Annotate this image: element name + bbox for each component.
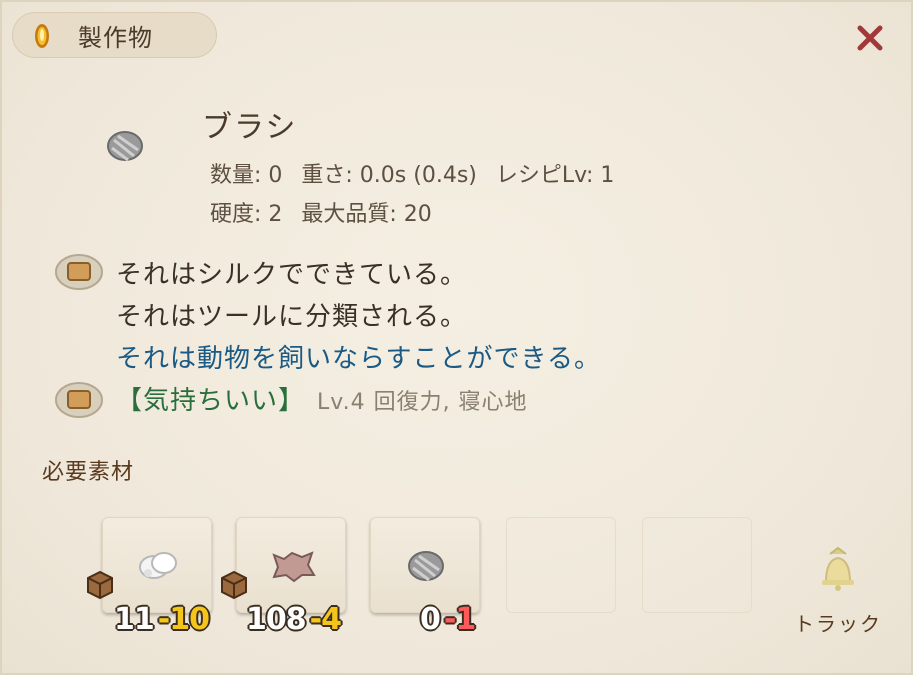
material-need: -4: [309, 602, 342, 637]
brush-icon: [408, 551, 444, 582]
material-count-silk: 11 -10: [114, 602, 210, 637]
item-stats-row-2: 硬度: 2 最大品質: 20: [210, 196, 444, 228]
silk-icon: [139, 552, 177, 579]
stat-quantity: 数量: 0: [210, 163, 283, 188]
stat-hardness: 硬度: 2: [210, 202, 283, 227]
storage-box-icon: [87, 570, 113, 600]
close-icon[interactable]: [852, 20, 888, 56]
hide-icon: [272, 551, 316, 583]
item-name: ブラシ: [202, 110, 298, 145]
crafting-flame-icon: [35, 24, 49, 48]
brush-icon: [107, 131, 143, 162]
stat-weight: 重さ: 0.0s (0.4s): [301, 163, 477, 188]
material-slot-empty: [642, 517, 752, 613]
description-line-ability: それは動物を飼いならすことができる。: [116, 344, 601, 374]
material-have: 0: [420, 602, 441, 637]
window-title: 製作物: [78, 24, 153, 52]
material-count-brush: 0 -1: [420, 602, 476, 637]
material-slot-hide[interactable]: [236, 517, 346, 613]
description-line: それはシルクでできている。: [116, 260, 468, 290]
item-stats-row-1: 数量: 0 重さ: 0.0s (0.4s) レシピLv: 1: [210, 157, 626, 189]
trait-detail: Lv.4 回復力, 寝心地: [317, 390, 528, 415]
material-slot-brush[interactable]: [370, 517, 480, 613]
trait-badge-icon: [55, 382, 103, 418]
material-have: 11: [114, 602, 155, 637]
stat-max-quality: 最大品質: 20: [301, 202, 432, 227]
material-count-hide: 108 -4: [246, 602, 342, 637]
material-slot-silk[interactable]: [102, 517, 212, 613]
material-badge-icon: [55, 254, 103, 290]
material-have: 108: [246, 602, 307, 637]
trait-name: 【気持ちいい】: [116, 386, 306, 416]
material-slot-empty: [506, 517, 616, 613]
material-need: -1: [443, 602, 476, 637]
materials-header: 必要素材: [42, 460, 135, 485]
trait-line: 【気持ちいい】 Lv.4 回復力, 寝心地: [116, 380, 528, 417]
track-button[interactable]: トラック: [794, 608, 882, 637]
bell-icon[interactable]: [816, 546, 860, 594]
description-line: それはツールに分類される。: [116, 302, 468, 332]
crafting-window: 製作物 ブラシ 数量: 0 重さ: 0.0s (0.4s) レシピLv: 1 硬…: [0, 0, 913, 675]
material-need: -10: [157, 602, 210, 637]
stat-recipe-level: レシピLv: 1: [495, 163, 615, 188]
storage-box-icon: [221, 570, 247, 600]
